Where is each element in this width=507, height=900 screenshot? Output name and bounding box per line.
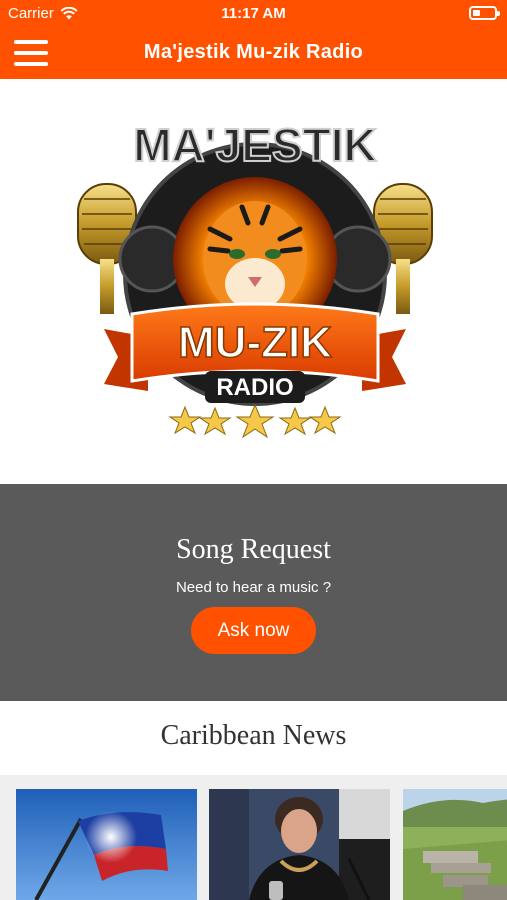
speaker-photo — [209, 789, 390, 900]
navigation-bar: Ma'jestik Mu-zik Radio — [0, 27, 507, 79]
ask-now-button[interactable]: Ask now — [191, 607, 316, 654]
news-card-speaker[interactable] — [209, 789, 390, 900]
stars-row-icon — [168, 403, 342, 439]
status-time: 11:17 AM — [221, 5, 286, 22]
logo-area: MA'JESTIK MU-ZIK RADIO — [0, 79, 507, 484]
news-card-landscape[interactable] — [403, 789, 507, 900]
song-request-title: Song Request — [176, 534, 331, 565]
news-card-flag[interactable] — [16, 789, 197, 900]
flag-photo — [16, 789, 197, 900]
battery-icon — [469, 6, 500, 20]
logo-banner-text: MU-ZIK — [178, 318, 332, 367]
app-title: Ma'jestik Mu-zik Radio — [143, 41, 364, 63]
top-bar: Carrier 11:17 AM Ma'jestik Mu-zik Radio — [0, 0, 507, 79]
logo-sub-text: RADIO — [216, 374, 293, 401]
song-request-panel: Song Request Need to hear a music ? Ask … — [0, 484, 507, 701]
news-heading: Caribbean News — [160, 720, 347, 751]
song-request-subtitle: Need to hear a music ? — [175, 579, 332, 596]
news-carousel[interactable] — [0, 775, 507, 900]
logo-banner: MU-ZIK RADIO — [104, 302, 406, 403]
logo-top-text: MA'JESTIK — [133, 119, 377, 171]
station-logo: MA'JESTIK MU-ZIK RADIO — [77, 118, 433, 439]
status-bar: Carrier 11:17 AM — [0, 0, 507, 27]
landscape-photo — [403, 789, 507, 900]
